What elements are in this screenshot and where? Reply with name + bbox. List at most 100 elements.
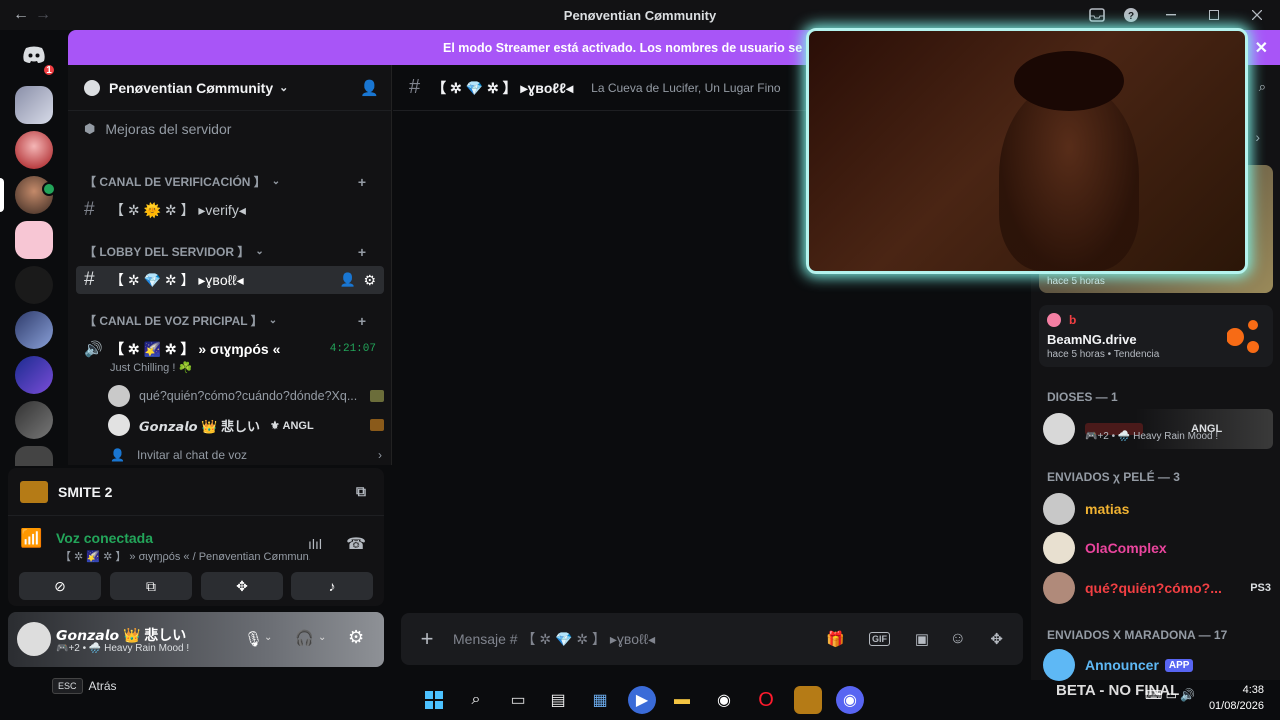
member-row[interactable]: Announcer APP: [1043, 645, 1194, 685]
inbox-icon[interactable]: [1080, 0, 1114, 30]
soundboard-icon: ♪: [328, 578, 336, 594]
server-icon[interactable]: [15, 401, 53, 439]
category-voice[interactable]: 【 CANAL DE VOZ PRICIPAL 】 ⌄ +: [76, 312, 384, 329]
help-icon[interactable]: ?: [1114, 0, 1148, 30]
server-boosts[interactable]: ⬢ Mejoras del servidor: [76, 117, 384, 141]
chevron-down-icon: ⌄: [279, 82, 289, 94]
member-row[interactable]: ANGL 🎮+2 • 🌧️ Heavy Rain Mood !: [1043, 409, 1273, 449]
close-icon[interactable]: [1234, 0, 1280, 30]
channel-label: 【 ✲ 💎 ✲ 】 ▸ɣʙoℓℓ◂: [110, 272, 244, 288]
forward-arrow-icon[interactable]: →: [32, 6, 54, 24]
gear-icon[interactable]: ⚙: [363, 272, 376, 289]
server-icon[interactable]: [15, 446, 53, 466]
username[interactable]: 𝙂𝙤𝙣𝙯𝙖𝙡𝙤 👑 悲しい: [56, 625, 186, 645]
member-row[interactable]: OlaComplex: [1043, 528, 1167, 568]
add-channel-icon[interactable]: +: [358, 313, 366, 329]
video-overlay[interactable]: [806, 28, 1248, 274]
clock-time[interactable]: 4:38: [1214, 684, 1264, 696]
task-view-icon[interactable]: ▭: [504, 686, 532, 714]
camera-off-button[interactable]: ⊘: [19, 572, 101, 600]
avatar: [1043, 413, 1075, 445]
add-channel-icon[interactable]: +: [358, 174, 366, 190]
microphone-icon[interactable]: 🎙: [244, 630, 263, 648]
soundboard-button[interactable]: ♪: [291, 572, 373, 600]
avatar[interactable]: [17, 622, 51, 656]
emoji-icon[interactable]: ☺: [950, 630, 966, 648]
server-icon[interactable]: [15, 356, 53, 394]
app-icon[interactable]: ◉: [710, 686, 738, 714]
voice-user[interactable]: 𝙂𝙤𝙣𝙯𝙖𝙡𝙤 👑 悲しい ⚜ ANGL: [108, 413, 384, 437]
opera-icon[interactable]: O: [752, 686, 780, 714]
channel-label: 【 ✲ 🌠 ✲ 】 » σɩɣɱρós «: [110, 341, 281, 357]
smite-icon[interactable]: [794, 686, 822, 714]
member-row[interactable]: qué?quién?cómo?... PS3: [1043, 568, 1271, 608]
minimize-icon[interactable]: [1148, 0, 1194, 30]
voice-connected-channel[interactable]: 【 ✲ 🌠 ✲ 】 » σɩɣɱρós « / Penøventian Cømm…: [60, 548, 310, 564]
discord-home-icon[interactable]: 1: [15, 36, 57, 78]
search-icon[interactable]: ⌕: [1259, 79, 1266, 95]
discord-icon[interactable]: ◉: [836, 686, 864, 714]
activities-button[interactable]: ✥: [201, 572, 283, 600]
voice-timer: 4:21:07: [329, 343, 376, 355]
voice-user[interactable]: qué?quién?cómo?cuándo?dónde?Xq...: [108, 384, 384, 408]
system-tray-icons[interactable]: ⌨ ▭ 🔊: [1145, 688, 1195, 702]
share-screen-button[interactable]: ⧉: [110, 572, 192, 600]
notepad-icon[interactable]: ▤: [544, 686, 572, 714]
screen-share-icon[interactable]: ⧉: [356, 483, 366, 500]
voice-channel[interactable]: 🔊 【 ✲ 🌠 ✲ 】 » σɩɣɱρós « 4:21:07: [76, 337, 384, 361]
gear-icon[interactable]: ⚙: [348, 627, 364, 648]
category-lobby[interactable]: 【 LOBBY DEL SERVIDOR 】 ⌄ +: [76, 243, 384, 260]
voice-connected-status[interactable]: Voz conectada: [56, 530, 153, 546]
game-icon: [20, 480, 48, 503]
create-invite-icon[interactable]: 👤: [340, 272, 356, 288]
category-label: 【 CANAL DE VERIFICACIÓN 】: [84, 175, 266, 189]
invite-to-voice[interactable]: 👤 Invitar al chat de voz ›: [110, 445, 382, 465]
activity-card[interactable]: b BeamNG.drive hace 5 horas • Tendencia: [1039, 305, 1273, 367]
sticker-icon[interactable]: ▣: [915, 630, 929, 648]
chevron-down-icon: ⌄: [271, 176, 281, 187]
gif-icon[interactable]: GIF: [869, 632, 890, 646]
channel-label: 【 ✲ 🌞 ✲ 】 ▸verify◂: [110, 202, 246, 218]
server-icon[interactable]: [15, 311, 53, 349]
server-badge-icon: [84, 79, 100, 96]
channel-lobby-active[interactable]: # 【 ✲ 💎 ✲ 】 ▸ɣʙoℓℓ◂ 👤 ⚙: [76, 266, 384, 294]
message-input[interactable]: [453, 631, 813, 647]
windows-start-icon[interactable]: [420, 686, 448, 714]
file-explorer-icon[interactable]: ▬: [668, 686, 696, 714]
server-icon[interactable]: [15, 131, 53, 169]
calculator-icon[interactable]: ▦: [586, 686, 614, 714]
clock-date[interactable]: 01/08/2026: [1200, 700, 1264, 712]
server-icon[interactable]: [15, 221, 53, 259]
chevron-right-icon[interactable]: ›: [1255, 129, 1260, 145]
beamng-logo-icon: [1226, 319, 1261, 353]
search-icon[interactable]: ⌕: [462, 686, 490, 714]
server-icon[interactable]: [15, 266, 53, 304]
add-attachment-icon[interactable]: +: [401, 626, 453, 652]
channel-topic[interactable]: La Cueva de Lucifer, Un Lugar Fino: [591, 81, 780, 95]
close-banner-icon[interactable]: ✕: [1255, 38, 1268, 58]
back-arrow-icon[interactable]: ←: [10, 6, 32, 24]
category-verification[interactable]: 【 CANAL DE VERIFICACIÓN 】 ⌄ +: [76, 173, 384, 190]
activity-user: b: [1069, 313, 1077, 327]
chevron-right-icon: ›: [378, 448, 382, 462]
headphones-icon[interactable]: 🎧: [295, 629, 314, 647]
activity-row[interactable]: SMITE 2 ⧉: [8, 468, 384, 516]
apps-icon[interactable]: ✥: [990, 630, 1003, 648]
activity-meta: hace 5 horas • Tendencia: [1047, 349, 1160, 360]
gift-icon[interactable]: 🎁: [826, 630, 845, 648]
server-icon[interactable]: [15, 176, 56, 214]
member-row[interactable]: matias: [1043, 489, 1129, 529]
chevron-down-icon[interactable]: ⌄: [318, 632, 326, 643]
chevron-down-icon[interactable]: ⌄: [264, 632, 272, 643]
server-icon[interactable]: [15, 86, 53, 124]
server-name: Penøventian Cømmunity: [109, 79, 274, 96]
server-header[interactable]: Penøventian Cømmunity ⌄ 👤: [68, 65, 391, 111]
channel-verify[interactable]: # 【 ✲ 🌞 ✲ 】 ▸verify◂: [76, 198, 384, 222]
maximize-icon[interactable]: [1194, 0, 1234, 30]
noise-suppression-icon[interactable]: ılıl: [308, 536, 322, 552]
media-player-icon[interactable]: ▶: [628, 686, 656, 714]
invite-user-icon[interactable]: 👤: [360, 79, 379, 97]
add-channel-icon[interactable]: +: [358, 244, 366, 260]
disconnect-icon[interactable]: ☎: [346, 534, 366, 554]
signal-icon[interactable]: 📶: [20, 528, 44, 552]
